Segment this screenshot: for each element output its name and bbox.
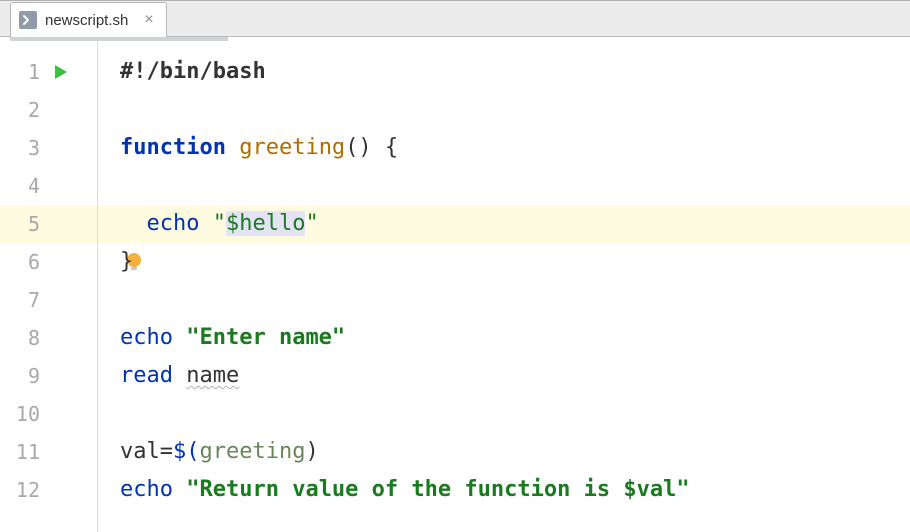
line-number: 3 <box>0 136 40 160</box>
line-number: 10 <box>0 402 40 426</box>
line-number: 6 <box>0 250 40 274</box>
editor-tab[interactable]: newscript.sh × <box>10 2 167 37</box>
gutter-row: 8 <box>0 319 97 357</box>
keyword-echo: echo <box>120 477 173 502</box>
run-icon[interactable] <box>52 63 70 81</box>
line-number: 4 <box>0 174 40 198</box>
gutter-row: 7 <box>0 281 97 319</box>
line-number: 11 <box>0 440 40 464</box>
keyword-echo: echo <box>120 325 173 350</box>
brace: } <box>120 249 133 274</box>
gutter-row: 2 <box>0 91 97 129</box>
gutter-row: 11 <box>0 433 97 471</box>
line-number: 12 <box>0 478 40 502</box>
line-number: 8 <box>0 326 40 350</box>
keyword-echo: echo <box>147 211 200 236</box>
code-line[interactable]: val=$(greeting) <box>98 433 910 471</box>
tab-bar: newscript.sh × <box>0 1 910 37</box>
line-number: 1 <box>0 60 40 84</box>
gutter-row: 9 <box>0 357 97 395</box>
line-number: 2 <box>0 98 40 122</box>
gutter: 1 2 3 4 5 6 7 8 9 10 11 12 <box>0 41 98 532</box>
gutter-row: 12 <box>0 471 97 509</box>
code-line[interactable]: read name <box>98 357 910 395</box>
code-line[interactable]: hello="Hello, $name" <box>98 167 910 205</box>
function-name: greeting <box>239 135 345 160</box>
line-number: 7 <box>0 288 40 312</box>
syntax: () { <box>345 135 398 160</box>
line-number: 9 <box>0 364 40 388</box>
gutter-row: 1 <box>0 53 97 91</box>
read-arg: name <box>186 363 239 388</box>
line-number: 5 <box>0 212 40 236</box>
code-line[interactable] <box>98 395 910 433</box>
intention-bulb-icon[interactable] <box>124 176 144 196</box>
keyword-read: read <box>120 363 173 388</box>
code-area[interactable]: #!/bin/bash function greeting() { hello=… <box>98 41 910 532</box>
code-line[interactable] <box>98 281 910 319</box>
code-line[interactable]: function greeting() { <box>98 129 910 167</box>
code-editor[interactable]: 1 2 3 4 5 6 7 8 9 10 11 12 #!/bin/bash <box>0 41 910 532</box>
code-line[interactable]: echo "Enter name" <box>98 319 910 357</box>
gutter-row: 10 <box>0 395 97 433</box>
string-var-highlight: $hello <box>226 211 305 236</box>
code-line[interactable]: #!/bin/bash <box>98 53 910 91</box>
variable-name: val <box>120 439 160 464</box>
string-var: $val <box>623 477 676 502</box>
command-substitution-open: $( <box>173 439 200 464</box>
gutter-row: 6 <box>0 243 97 281</box>
code-line-current[interactable]: echo "$hello" <box>98 205 910 243</box>
gutter-row: 3 <box>0 129 97 167</box>
string-literal: "Enter name" <box>186 325 345 350</box>
function-call: greeting <box>200 439 306 464</box>
gutter-row: 5 <box>0 205 97 243</box>
gutter-row: 4 <box>0 167 97 205</box>
code-line[interactable] <box>98 91 910 129</box>
string-literal: Return value of the function is <box>199 477 623 502</box>
terminal-file-icon <box>19 11 37 29</box>
code-line[interactable]: } <box>98 243 910 281</box>
close-tab-icon[interactable]: × <box>142 12 155 28</box>
keyword-function: function <box>120 135 226 160</box>
tab-filename: newscript.sh <box>45 12 128 29</box>
shebang: #!/bin/bash <box>120 59 266 84</box>
code-line[interactable]: echo "Return value of the function is $v… <box>98 471 910 509</box>
